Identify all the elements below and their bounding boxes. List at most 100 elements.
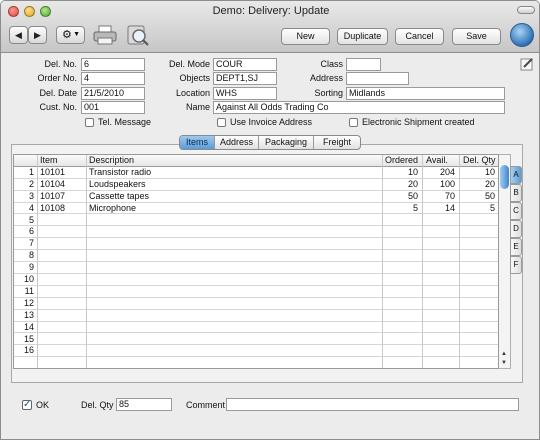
item-cell[interactable] — [38, 322, 84, 333]
ok-checkbox[interactable]: ✓ — [22, 400, 32, 410]
avail-cell[interactable]: 14 — [424, 203, 457, 214]
avail-cell[interactable] — [424, 226, 457, 237]
ordered-cell[interactable] — [383, 345, 420, 356]
avail-cell[interactable] — [424, 274, 457, 285]
footer-del-qty-field[interactable]: 85 — [116, 398, 172, 411]
ordered-cell[interactable] — [383, 298, 420, 309]
avail-cell[interactable] — [424, 250, 457, 261]
ordered-cell[interactable]: 50 — [383, 191, 420, 202]
comment-field[interactable] — [226, 398, 519, 411]
avail-cell[interactable] — [424, 262, 457, 273]
avail-cell[interactable] — [424, 345, 457, 356]
cust-no-field[interactable]: 001 — [81, 101, 145, 114]
description-cell[interactable] — [87, 274, 379, 285]
description-cell[interactable]: Cassette tapes — [87, 191, 379, 202]
electronic-shipment-checkbox[interactable] — [349, 118, 358, 127]
ordered-cell[interactable] — [383, 310, 420, 321]
ordered-cell[interactable]: 5 — [383, 203, 420, 214]
description-cell[interactable] — [87, 226, 379, 237]
column-header-item[interactable]: Item — [38, 155, 84, 166]
duplicate-button[interactable]: Duplicate — [337, 28, 388, 45]
item-cell[interactable] — [38, 226, 84, 237]
item-cell[interactable] — [38, 310, 84, 321]
avail-cell[interactable] — [424, 334, 457, 345]
row-pane-f[interactable]: F — [510, 256, 522, 274]
print-preview-icon[interactable] — [125, 23, 151, 47]
previous-record-button[interactable]: ◀ — [9, 26, 28, 44]
del-qty-cell[interactable]: 10 — [461, 167, 497, 178]
avail-cell[interactable] — [424, 310, 457, 321]
item-cell[interactable] — [38, 274, 84, 285]
description-cell[interactable] — [87, 334, 379, 345]
avail-cell[interactable] — [424, 298, 457, 309]
description-cell[interactable]: Loudspeakers — [87, 179, 379, 190]
ordered-cell[interactable] — [383, 262, 420, 273]
del-no-field[interactable]: 6 — [81, 58, 145, 71]
toolbar-toggle-button[interactable] — [517, 6, 535, 14]
item-cell[interactable] — [38, 238, 84, 249]
tab-freight[interactable]: Freight — [314, 136, 360, 149]
del-qty-cell[interactable] — [461, 310, 497, 321]
avail-cell[interactable]: 70 — [424, 191, 457, 202]
avail-cell[interactable] — [424, 215, 457, 226]
del-qty-cell[interactable]: 5 — [461, 203, 497, 214]
description-cell[interactable] — [87, 345, 379, 356]
del-qty-cell[interactable] — [461, 226, 497, 237]
item-cell[interactable] — [38, 334, 84, 345]
row-pane-c[interactable]: C — [510, 202, 522, 220]
description-cell[interactable] — [87, 238, 379, 249]
del-qty-cell[interactable]: 50 — [461, 191, 497, 202]
app-globe-icon[interactable] — [510, 23, 534, 47]
item-cell[interactable] — [38, 262, 84, 273]
avail-cell[interactable]: 204 — [424, 167, 457, 178]
description-cell[interactable] — [87, 322, 379, 333]
ordered-cell[interactable] — [383, 215, 420, 226]
item-cell[interactable]: 10101 — [38, 167, 84, 178]
order-no-field[interactable]: 4 — [81, 72, 145, 85]
description-cell[interactable] — [87, 215, 379, 226]
del-qty-cell[interactable] — [461, 334, 497, 345]
ordered-cell[interactable] — [383, 238, 420, 249]
ordered-cell[interactable] — [383, 274, 420, 285]
ordered-cell[interactable]: 10 — [383, 167, 420, 178]
description-cell[interactable] — [87, 250, 379, 261]
scrollbar-thumb[interactable] — [500, 165, 509, 189]
del-date-field[interactable]: 21/5/2010 — [81, 87, 145, 100]
use-invoice-address-checkbox[interactable] — [217, 118, 226, 127]
cancel-button[interactable]: Cancel — [395, 28, 444, 45]
avail-cell[interactable] — [424, 322, 457, 333]
address-field[interactable] — [346, 72, 409, 85]
item-cell[interactable] — [38, 286, 84, 297]
class-field[interactable] — [346, 58, 381, 71]
item-cell[interactable] — [38, 298, 84, 309]
column-header-del-qty[interactable]: Del. Qty — [461, 155, 499, 166]
item-cell[interactable]: 10108 — [38, 203, 84, 214]
ordered-cell[interactable] — [383, 334, 420, 345]
avail-cell[interactable] — [424, 238, 457, 249]
pencil-icon[interactable] — [520, 57, 534, 71]
ordered-cell[interactable] — [383, 322, 420, 333]
printer-icon[interactable] — [92, 23, 118, 47]
description-cell[interactable] — [87, 310, 379, 321]
item-cell[interactable] — [38, 215, 84, 226]
column-header-avail[interactable]: Avail. — [424, 155, 458, 166]
scroll-down-arrow-icon[interactable]: ▼ — [501, 360, 507, 366]
ordered-cell[interactable]: 20 — [383, 179, 420, 190]
item-cell[interactable] — [38, 345, 84, 356]
tel-message-checkbox[interactable] — [85, 118, 94, 127]
item-cell[interactable] — [38, 250, 84, 261]
row-pane-b[interactable]: B — [510, 184, 522, 202]
row-pane-d[interactable]: D — [510, 220, 522, 238]
next-record-button[interactable]: ▶ — [28, 26, 47, 44]
name-field[interactable]: Against All Odds Trading Co — [213, 101, 505, 114]
del-qty-cell[interactable] — [461, 250, 497, 261]
sorting-field[interactable]: Midlands — [346, 87, 505, 100]
objects-field[interactable]: DEPT1,SJ — [213, 72, 277, 85]
del-qty-cell[interactable] — [461, 274, 497, 285]
del-mode-field[interactable]: COUR — [213, 58, 277, 71]
tab-items[interactable]: Items — [180, 136, 215, 149]
ordered-cell[interactable] — [383, 286, 420, 297]
del-qty-cell[interactable] — [461, 262, 497, 273]
save-button[interactable]: Save — [452, 28, 501, 45]
avail-cell[interactable] — [424, 286, 457, 297]
